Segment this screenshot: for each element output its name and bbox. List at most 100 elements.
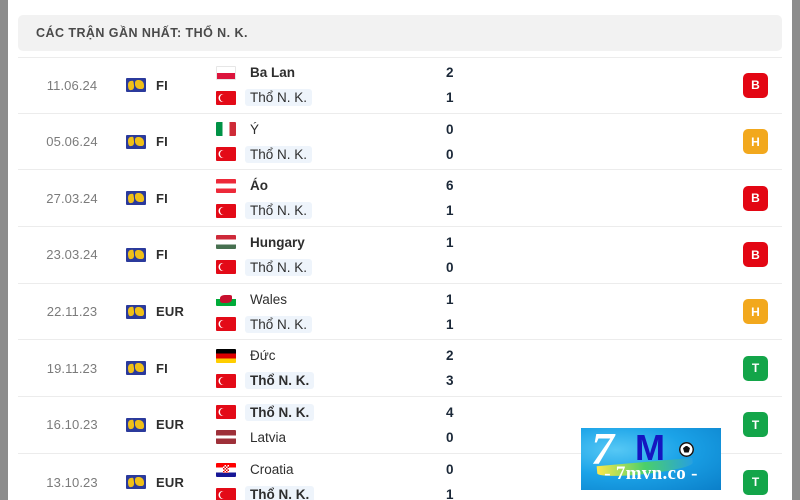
away-score: 0	[446, 259, 454, 275]
flag-icon-at	[216, 178, 236, 193]
home-score: 1	[446, 234, 454, 250]
scores-cell: 00	[446, 121, 606, 163]
away-score: 3	[446, 373, 454, 389]
team-name[interactable]: Thổ N. K.	[245, 145, 313, 163]
match-row[interactable]: 23.03.24 FI Hungary Thổ N. K. 1 0 B	[18, 227, 782, 284]
match-row[interactable]: 19.11.23 FI Đức Thổ N. K. 2 3 T	[18, 340, 782, 398]
team-name[interactable]: Thổ N. K.	[245, 403, 315, 421]
flag-icon-pl	[216, 65, 236, 80]
soccer-ball-icon	[679, 442, 694, 457]
result-badge: B	[743, 72, 768, 98]
competition-cell[interactable]: EUR	[126, 475, 216, 490]
match-row[interactable]: 11.06.24 FI Ba Lan Thổ N. K. 2 1 B	[18, 57, 782, 114]
competition-label: FI	[156, 190, 168, 206]
team-name[interactable]: Hungary	[245, 234, 310, 251]
result-cell: B	[606, 242, 782, 268]
teams-cell: Đức Thổ N. K.	[216, 347, 446, 390]
brand-m-text: M	[635, 428, 665, 468]
competition-cell[interactable]: FI	[126, 361, 216, 376]
result-badge: H	[743, 129, 768, 155]
competition-label: FI	[156, 77, 168, 93]
competition-label: FI	[156, 247, 168, 263]
team-line: Wales	[216, 291, 446, 308]
world-globe-icon	[126, 247, 146, 262]
match-row[interactable]: 22.11.23 EUR Wales Thổ N. K. 1 1 H	[18, 284, 782, 341]
teams-cell: Wales Thổ N. K.	[216, 291, 446, 333]
team-name[interactable]: Thổ N. K.	[245, 486, 315, 500]
team-name[interactable]: Áo	[245, 177, 273, 194]
match-row[interactable]: 05.06.24 FI Ý Thổ N. K. 0 0 H	[18, 114, 782, 171]
flag-icon-lv	[216, 430, 236, 445]
result-cell: B	[606, 185, 782, 211]
result-badge: T	[743, 355, 768, 381]
flag-icon-tr	[216, 317, 236, 332]
page-title: CÁC TRẬN GẦN NHẤT: THỔ N. K.	[36, 26, 248, 40]
match-date: 23.03.24	[46, 247, 98, 263]
team-name[interactable]: Thổ N. K.	[245, 258, 313, 276]
team-line: Latvia	[216, 429, 446, 446]
away-score: 1	[446, 316, 454, 332]
teams-cell: Áo Thổ N. K.	[216, 177, 446, 220]
team-name[interactable]: Ý	[245, 121, 264, 138]
team-name[interactable]: Croatia	[245, 461, 299, 478]
competition-label: EUR	[156, 304, 185, 320]
competition-cell[interactable]: FI	[126, 191, 216, 206]
team-line: Thổ N. K.	[216, 258, 446, 276]
match-date: 16.10.23	[46, 417, 98, 433]
competition-cell[interactable]: FI	[126, 247, 216, 262]
teams-cell: Ý Thổ N. K.	[216, 121, 446, 163]
flag-icon-tr	[216, 487, 236, 500]
flag-icon-tr	[216, 373, 236, 388]
team-name[interactable]: Thổ N. K.	[245, 315, 313, 333]
team-name[interactable]: Thổ N. K.	[245, 202, 313, 220]
world-globe-icon	[126, 304, 146, 319]
away-score: 1	[446, 203, 454, 219]
result-cell: T	[606, 355, 782, 381]
world-globe-icon	[126, 361, 146, 376]
match-row[interactable]: 27.03.24 FI Áo Thổ N. K. 6 1 B	[18, 170, 782, 228]
match-date: 27.03.24	[46, 190, 98, 206]
result-cell: H	[606, 129, 782, 155]
match-date: 13.10.23	[46, 474, 98, 490]
teams-cell: Hungary Thổ N. K.	[216, 234, 446, 276]
team-name[interactable]: Latvia	[245, 429, 291, 446]
flag-icon-hu	[216, 235, 236, 250]
team-name[interactable]: Thổ N. K.	[245, 89, 313, 107]
team-line: Hungary	[216, 234, 446, 251]
teams-cell: Thổ N. K. Latvia	[216, 403, 446, 446]
team-line: Thổ N. K.	[216, 403, 446, 421]
team-name[interactable]: Đức	[245, 347, 281, 364]
world-globe-icon	[126, 475, 146, 490]
home-score: 1	[446, 291, 454, 307]
result-badge: H	[743, 299, 768, 325]
result-badge: B	[743, 242, 768, 268]
home-score: 6	[446, 178, 454, 194]
result-cell: B	[606, 72, 782, 98]
competition-cell[interactable]: EUR	[126, 417, 216, 432]
scores-cell: 21	[446, 64, 606, 106]
competition-cell[interactable]: EUR	[126, 304, 216, 319]
team-line: Thổ N. K.	[216, 202, 446, 220]
scores-cell: 11	[446, 291, 606, 333]
scores-cell: 10	[446, 234, 606, 276]
competition-cell[interactable]: FI	[126, 78, 216, 93]
panel-header: CÁC TRẬN GẦN NHẤT: THỔ N. K.	[18, 15, 782, 51]
team-name[interactable]: Thổ N. K.	[245, 372, 315, 390]
flag-icon-hr	[216, 462, 236, 477]
team-line: Ba Lan	[216, 64, 446, 81]
competition-cell[interactable]: FI	[126, 134, 216, 149]
world-globe-icon	[126, 417, 146, 432]
page-frame: CÁC TRẬN GẦN NHẤT: THỔ N. K. 11.06.24 FI B…	[0, 0, 800, 500]
scores-cell: 23	[446, 347, 606, 389]
team-name[interactable]: Ba Lan	[245, 64, 300, 81]
competition-label: FI	[156, 360, 168, 376]
competition-label: EUR	[156, 474, 185, 490]
home-score: 0	[446, 121, 454, 137]
result-cell: H	[606, 299, 782, 325]
recent-matches-card: CÁC TRẬN GẦN NHẤT: THỔ N. K. 11.06.24 FI B…	[8, 0, 792, 500]
team-name[interactable]: Wales	[245, 291, 292, 308]
flag-icon-tr	[216, 260, 236, 275]
result-badge: T	[743, 469, 768, 495]
away-score: 1	[446, 90, 454, 106]
teams-cell: Ba Lan Thổ N. K.	[216, 64, 446, 107]
